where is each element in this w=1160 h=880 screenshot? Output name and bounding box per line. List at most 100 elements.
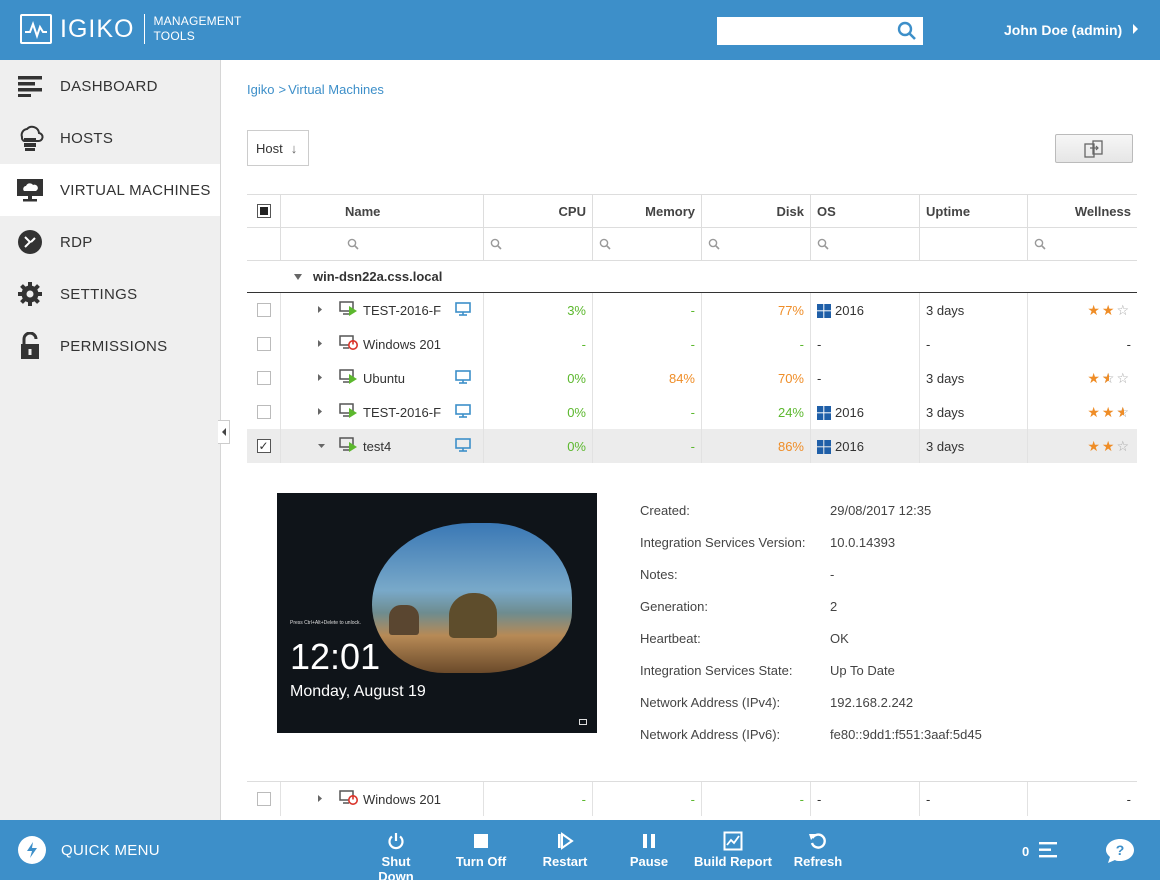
sidebar-item-settings[interactable]: SETTINGS	[0, 268, 220, 320]
table-row[interactable]: ✓ test4 0% -86% 2016 3 days ★★☆	[247, 429, 1137, 463]
sidebar-collapse-toggle[interactable]	[218, 420, 230, 444]
sidebar-item-virtual-machines[interactable]: VIRTUAL MACHINES	[0, 164, 220, 216]
lock-icon	[16, 332, 44, 360]
column-header-wellness[interactable]: Wellness	[1028, 195, 1137, 227]
quick-menu-button[interactable]: QUICK MENU	[18, 836, 160, 864]
row-checkbox[interactable]	[256, 405, 271, 419]
chevron-down-icon[interactable]	[317, 441, 333, 451]
console-icon[interactable]	[455, 438, 471, 455]
column-chooser-button[interactable]	[1055, 134, 1133, 163]
sidebar-item-label: PERMISSIONS	[60, 337, 168, 355]
table-row[interactable]: Windows 201 - - - - - -	[247, 782, 1137, 816]
table-row[interactable]: TEST-2016-F 3% -77% 2016 3 days ★★☆	[247, 293, 1137, 327]
search-icon[interactable]	[897, 21, 917, 44]
memory-cell: -	[593, 782, 702, 816]
property-key: Heartbeat:	[640, 631, 701, 646]
vm-name[interactable]: test4	[363, 439, 391, 454]
search-icon	[347, 238, 359, 250]
turn-off-button[interactable]: Turn Off	[452, 830, 510, 869]
vm-name[interactable]: TEST-2016-F	[363, 405, 441, 420]
filter-uptime[interactable]	[920, 228, 1028, 260]
logo-subtitle-line2: TOOLS	[153, 29, 195, 43]
filter-disk[interactable]	[702, 228, 811, 260]
chevron-left-icon	[221, 428, 226, 436]
uptime-cell: 3 days	[920, 293, 1028, 327]
sidebar-item-permissions[interactable]: PERMISSIONS	[0, 320, 220, 372]
console-icon[interactable]	[455, 302, 471, 319]
logo[interactable]: IGIKO MANAGEMENT TOOLS	[20, 14, 241, 44]
filter-os[interactable]	[811, 228, 920, 260]
wellness-cell: ★★☆	[1028, 293, 1137, 327]
column-header-name[interactable]: Name	[281, 195, 484, 227]
gear-icon	[16, 280, 44, 308]
select-all-checkbox[interactable]	[256, 204, 271, 218]
column-header-os[interactable]: OS	[811, 195, 920, 227]
user-menu[interactable]: John Doe (admin)	[1004, 22, 1122, 38]
property-key: Network Address (IPv6):	[640, 727, 781, 742]
column-header-disk[interactable]: Disk	[702, 195, 811, 227]
vm-name[interactable]: TEST-2016-F	[363, 303, 441, 318]
star-full-icon: ★	[1101, 403, 1117, 420]
shut-down-button[interactable]: Shut Down	[363, 830, 429, 880]
filter-memory[interactable]	[593, 228, 702, 260]
cpu-cell: 0%	[484, 429, 593, 463]
wellness-cell: ★★☆★	[1028, 395, 1137, 429]
breadcrumb: Igiko > Virtual Machines	[247, 82, 384, 97]
vm-console-preview[interactable]: Press Ctrl+Alt+Delete to unlock. 12:01 M…	[277, 493, 597, 733]
chevron-right-icon[interactable]	[317, 373, 333, 384]
group-by-button[interactable]: Host ↓	[247, 130, 309, 166]
column-header-uptime[interactable]: Uptime	[920, 195, 1028, 227]
row-checkbox[interactable]	[256, 337, 271, 351]
console-icon[interactable]	[455, 370, 471, 387]
chevron-right-icon[interactable]	[317, 339, 333, 350]
star-half-icon: ☆★	[1116, 403, 1131, 420]
filter-name[interactable]	[281, 228, 484, 260]
sidebar-item-rdp[interactable]: RDP	[0, 216, 220, 268]
vm-detail-panel: Press Ctrl+Alt+Delete to unlock. 12:01 M…	[247, 462, 1137, 782]
preview-time: 12:01	[290, 636, 381, 677]
chevron-right-icon[interactable]	[317, 305, 333, 316]
vm-name[interactable]: Windows 201	[363, 337, 441, 352]
search-input[interactable]	[717, 17, 892, 45]
table-row[interactable]: Windows 201- - - - - -	[247, 327, 1137, 361]
build-report-button[interactable]: Build Report	[694, 830, 772, 869]
column-header-cpu[interactable]: CPU	[484, 195, 593, 227]
breadcrumb-root[interactable]: Igiko	[247, 82, 274, 97]
vm-name-cell: Ubuntu	[281, 361, 484, 395]
svg-text:?: ?	[1116, 842, 1125, 858]
chevron-right-icon[interactable]	[317, 794, 333, 805]
group-row[interactable]: win-dsn22a.css.local	[247, 261, 1137, 293]
refresh-button[interactable]: Refresh	[792, 830, 844, 869]
console-icon[interactable]	[455, 404, 471, 421]
restart-button[interactable]: Restart	[540, 830, 590, 869]
chevron-right-icon[interactable]	[1132, 23, 1140, 38]
wellness-stars: ★★☆	[1087, 438, 1131, 455]
property-value: Up To Date	[830, 663, 895, 678]
breadcrumb-current[interactable]: Virtual Machines	[288, 82, 384, 97]
os-cell: -	[811, 327, 920, 361]
menu-icon[interactable]	[1038, 840, 1058, 863]
row-checkbox[interactable]	[256, 371, 271, 385]
column-header-memory[interactable]: Memory	[593, 195, 702, 227]
row-checkbox[interactable]	[256, 792, 271, 806]
help-icon[interactable]: ?	[1104, 837, 1136, 868]
row-checkbox-cell	[247, 782, 281, 816]
vm-name[interactable]: Ubuntu	[363, 371, 405, 386]
vm-running-icon	[339, 436, 359, 456]
chevron-right-icon[interactable]	[317, 407, 333, 418]
chevron-down-icon[interactable]	[293, 273, 303, 281]
group-by-label: Host	[256, 140, 283, 156]
filter-wellness[interactable]	[1028, 228, 1137, 260]
row-checkbox[interactable]	[256, 303, 271, 317]
uptime-cell: -	[920, 327, 1028, 361]
sidebar-item-hosts[interactable]: HOSTS	[0, 112, 220, 164]
filter-cpu[interactable]	[484, 228, 593, 260]
row-checkbox[interactable]: ✓	[256, 439, 271, 453]
disk-cell: 86%	[702, 429, 811, 463]
table-row[interactable]: Ubuntu 0%84%70%- 3 days ★☆★☆	[247, 361, 1137, 395]
star-full-icon: ★	[1087, 301, 1102, 318]
sidebar-item-dashboard[interactable]: DASHBOARD	[0, 60, 220, 112]
pause-button[interactable]: Pause	[626, 830, 672, 869]
table-row[interactable]: TEST-2016-F0%-24%20163 days★★☆★	[247, 395, 1137, 429]
vm-name[interactable]: Windows 201	[363, 792, 441, 807]
